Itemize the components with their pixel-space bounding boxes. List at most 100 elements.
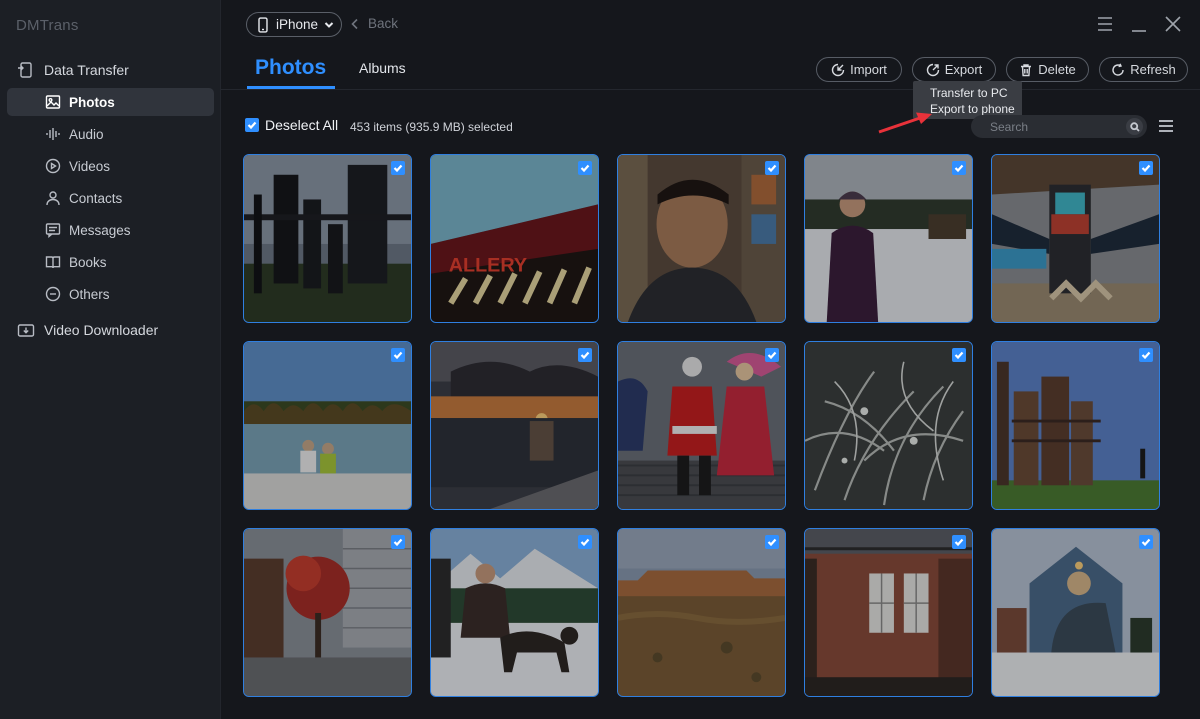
photo-thumbnail[interactable]	[991, 341, 1160, 510]
sidebar-item-data-transfer[interactable]: Data Transfer	[16, 56, 129, 84]
photo-overlay	[992, 342, 1159, 509]
import-button[interactable]: Import	[816, 57, 902, 82]
photo-overlay	[431, 529, 598, 696]
sidebar-item-videos[interactable]: Videos	[44, 152, 110, 180]
photo-checkbox[interactable]	[1139, 161, 1153, 175]
tab-photos[interactable]: Photos	[255, 56, 326, 80]
sidebar-item-label: Others	[69, 286, 110, 302]
checkmark-icon	[767, 351, 777, 360]
sidebar-item-label: Contacts	[69, 190, 123, 206]
checkmark-icon	[393, 538, 403, 547]
back-label: Back	[368, 16, 399, 31]
photo-checkbox[interactable]	[1139, 348, 1153, 362]
sidebar-item-label: Data Transfer	[44, 62, 129, 78]
photo-checkbox[interactable]	[391, 535, 405, 549]
photo-checkbox[interactable]	[391, 348, 405, 362]
tab-albums[interactable]: Albums	[359, 60, 406, 76]
photo-checkbox[interactable]	[952, 348, 966, 362]
sidebar-item-books[interactable]: Books	[44, 248, 107, 276]
photo-thumbnail[interactable]	[617, 341, 786, 510]
refresh-button[interactable]: Refresh	[1099, 57, 1188, 82]
deselect-all-toggle[interactable]: Deselect All	[245, 117, 338, 133]
checkmark-icon	[767, 538, 777, 547]
photos-icon	[44, 92, 62, 112]
photo-overlay	[244, 342, 411, 509]
checkmark-icon	[767, 164, 777, 173]
photo-overlay	[244, 155, 411, 322]
close-button[interactable]	[1163, 14, 1183, 34]
deselect-all-label: Deselect All	[265, 117, 339, 133]
photo-checkbox[interactable]	[765, 348, 779, 362]
chevron-down-icon	[324, 21, 334, 28]
photo-thumbnail[interactable]	[430, 528, 599, 697]
menu-item-transfer-to-pc[interactable]: Transfer to PC	[930, 85, 1022, 101]
export-button[interactable]: Export	[912, 57, 996, 82]
sidebar-item-others[interactable]: Others	[44, 280, 110, 308]
photo-thumbnail[interactable]	[243, 528, 412, 697]
messages-icon	[44, 220, 62, 240]
delete-button[interactable]: Delete	[1006, 57, 1089, 82]
photo-thumbnail[interactable]	[804, 528, 973, 697]
photo-overlay	[431, 342, 598, 509]
photo-thumbnail[interactable]	[617, 528, 786, 697]
list-view-button[interactable]	[1158, 118, 1174, 134]
photo-thumbnail[interactable]	[991, 528, 1160, 697]
red-pointer-arrow	[878, 112, 932, 134]
photo-overlay	[805, 155, 972, 322]
checkmark-icon	[954, 538, 964, 547]
import-label: Import	[850, 62, 887, 77]
photo-checkbox[interactable]	[765, 161, 779, 175]
back-button[interactable]: Back	[350, 16, 398, 31]
select-all-checkbox[interactable]	[245, 118, 259, 132]
tab-divider	[221, 89, 1200, 90]
device-name: iPhone	[275, 17, 319, 32]
photo-thumbnail[interactable]	[804, 154, 973, 323]
photo-thumbnail[interactable]	[617, 154, 786, 323]
photo-thumbnail[interactable]	[804, 341, 973, 510]
photo-thumbnail[interactable]: ALLERY	[430, 154, 599, 323]
photo-overlay	[805, 529, 972, 696]
photo-checkbox[interactable]	[952, 161, 966, 175]
photo-overlay	[244, 529, 411, 696]
menu-button[interactable]	[1095, 14, 1115, 34]
minimize-icon	[1132, 30, 1146, 32]
photo-checkbox[interactable]	[578, 161, 592, 175]
checkmark-icon	[580, 538, 590, 547]
photo-thumbnail[interactable]	[430, 341, 599, 510]
audio-icon	[44, 124, 62, 144]
photo-checkbox[interactable]	[391, 161, 405, 175]
sidebar-item-contacts[interactable]: Contacts	[44, 184, 122, 212]
photo-checkbox[interactable]	[1139, 535, 1153, 549]
export-label: Export	[944, 62, 983, 77]
photo-thumbnail[interactable]	[243, 341, 412, 510]
device-selector[interactable]: iPhone	[246, 12, 342, 37]
data-transfer-icon	[16, 60, 36, 80]
contacts-icon	[44, 188, 62, 208]
photo-checkbox[interactable]	[578, 535, 592, 549]
sidebar-item-audio[interactable]: Audio	[44, 120, 104, 148]
others-icon	[44, 284, 62, 304]
photo-checkbox[interactable]	[765, 535, 779, 549]
trash-icon	[1021, 63, 1032, 76]
sidebar-item-messages[interactable]: Messages	[44, 216, 131, 244]
phone-icon	[258, 16, 268, 33]
checkmark-icon	[393, 351, 403, 360]
chevron-left-icon	[351, 18, 358, 29]
search-input[interactable]	[990, 119, 1120, 134]
import-icon	[831, 63, 845, 76]
photo-thumbnail[interactable]	[991, 154, 1160, 323]
sidebar-item-label: Messages	[69, 222, 131, 238]
hamburger-menu-icon	[1098, 17, 1112, 31]
checkmark-icon	[1141, 164, 1151, 173]
photo-checkbox[interactable]	[578, 348, 592, 362]
photo-checkbox[interactable]	[952, 535, 966, 549]
photo-thumbnail[interactable]	[243, 154, 412, 323]
minimize-button[interactable]	[1129, 14, 1149, 34]
search-icon[interactable]	[1126, 118, 1143, 135]
checkmark-icon	[1141, 351, 1151, 360]
sidebar-item-photos[interactable]: Photos	[44, 88, 115, 116]
refresh-icon	[1112, 63, 1124, 76]
sidebar-item-label: Books	[69, 254, 107, 270]
sidebar-item-video-downloader[interactable]: Video Downloader	[16, 316, 158, 344]
checkmark-icon	[954, 351, 964, 360]
